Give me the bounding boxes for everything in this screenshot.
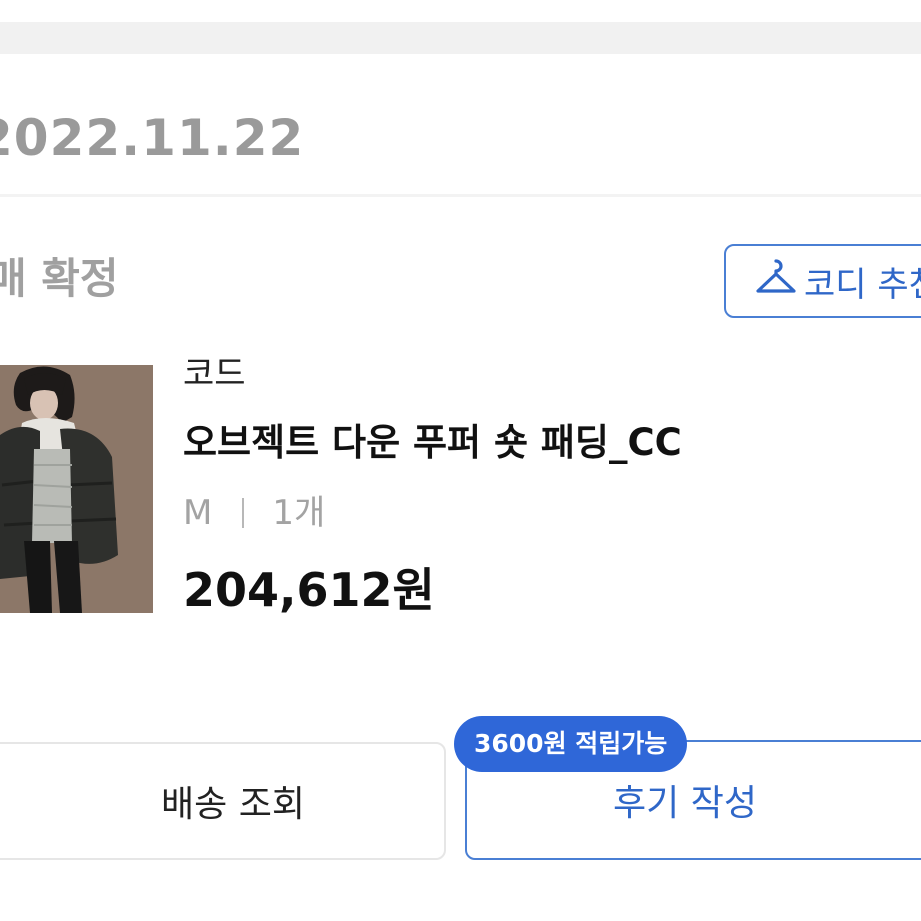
delivery-tracking-label: 배송 조회 (161, 784, 305, 825)
top-spacer (0, 0, 921, 22)
hanger-icon (754, 257, 798, 306)
option-divider (242, 498, 245, 528)
product-price: 204,612원 (183, 563, 435, 617)
order-history-page: 2022.11.22 매 확정 코디 추천 (0, 0, 921, 921)
delivery-tracking-button[interactable]: 배송 조회 (0, 742, 446, 860)
product-name[interactable]: 오브젝트 다운 푸퍼 숏 패딩_CC (183, 418, 682, 468)
option-quantity: 1개 (272, 493, 326, 533)
option-size: M (183, 493, 213, 533)
write-review-label: 후기 작성 (613, 783, 757, 824)
points-badge: 3600원 적립가능 (454, 716, 688, 772)
section-separator (0, 22, 921, 54)
divider (0, 194, 921, 197)
product-option: M 1개 (183, 490, 325, 536)
coordi-recommend-label: 코디 추천 (804, 264, 921, 305)
order-status: 매 확정 (0, 254, 119, 303)
brand-name[interactable]: 코드 (183, 352, 246, 396)
product-image[interactable] (0, 365, 153, 613)
order-date: 2022.11.22 (0, 109, 305, 167)
coordi-recommend-button[interactable]: 코디 추천 (724, 244, 921, 318)
